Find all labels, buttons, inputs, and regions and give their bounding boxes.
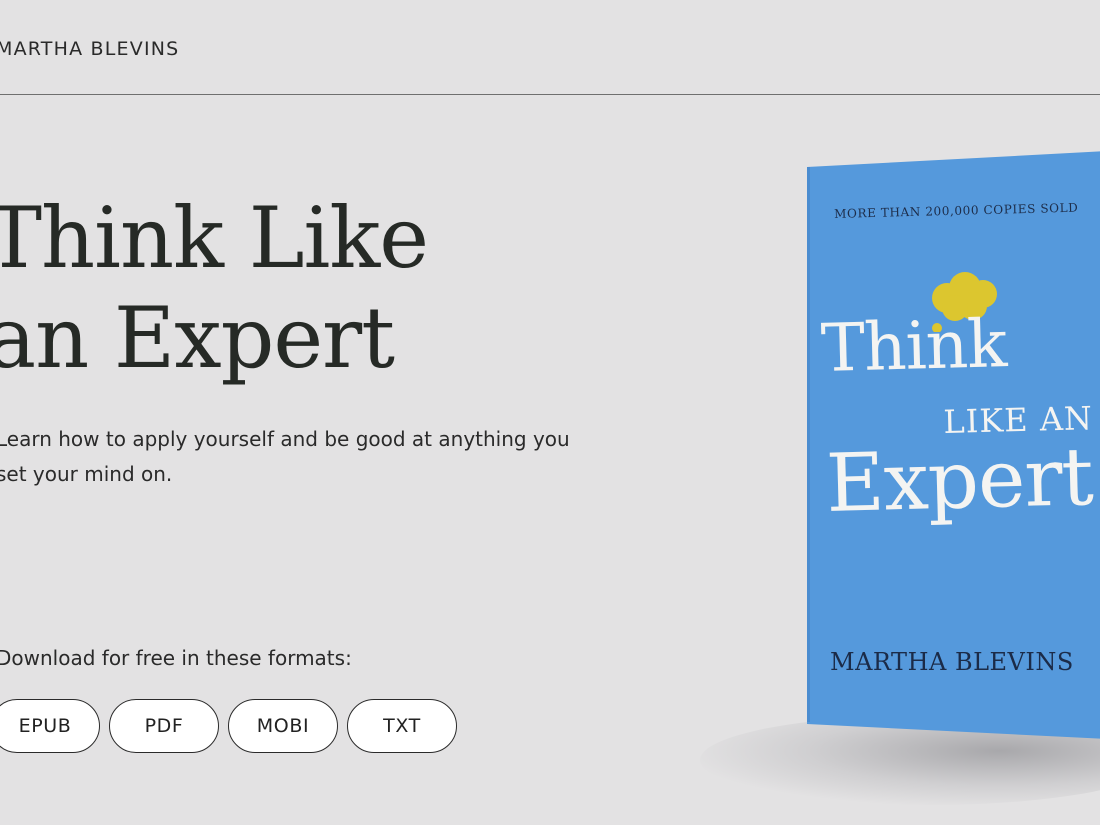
format-buttons: EPUB PDF MOBI TXT <box>0 699 457 753</box>
download-label: Download for free in these formats: <box>0 646 352 670</box>
landing-page: MARTHA BLEVINS Think Like an Expert Lear… <box>0 0 1100 825</box>
book-cover: MORE THAN 200,000 COPIES SOLD Think LIKE… <box>807 150 1100 740</box>
txt-download-button[interactable]: TXT <box>347 699 457 753</box>
cover-title-think: Think <box>820 305 1008 387</box>
site-header: MARTHA BLEVINS <box>0 0 1100 95</box>
cover-title-expert: Expert <box>825 430 1094 530</box>
author-name-logo[interactable]: MARTHA BLEVINS <box>0 38 179 60</box>
hero-title: Think Like an Expert <box>0 188 429 388</box>
cover-author: MARTHA BLEVINS <box>830 648 1074 676</box>
cover-tagline: MORE THAN 200,000 COPIES SOLD <box>834 200 1079 221</box>
hero-title-line-1: Think Like <box>0 189 429 287</box>
book-spine-edge <box>807 167 810 722</box>
pdf-download-button[interactable]: PDF <box>109 699 219 753</box>
mobi-download-button[interactable]: MOBI <box>228 699 338 753</box>
hero-title-line-2: an Expert <box>0 289 395 387</box>
hero-subtitle: Learn how to apply yourself and be good … <box>0 427 570 486</box>
epub-download-button[interactable]: EPUB <box>0 699 100 753</box>
